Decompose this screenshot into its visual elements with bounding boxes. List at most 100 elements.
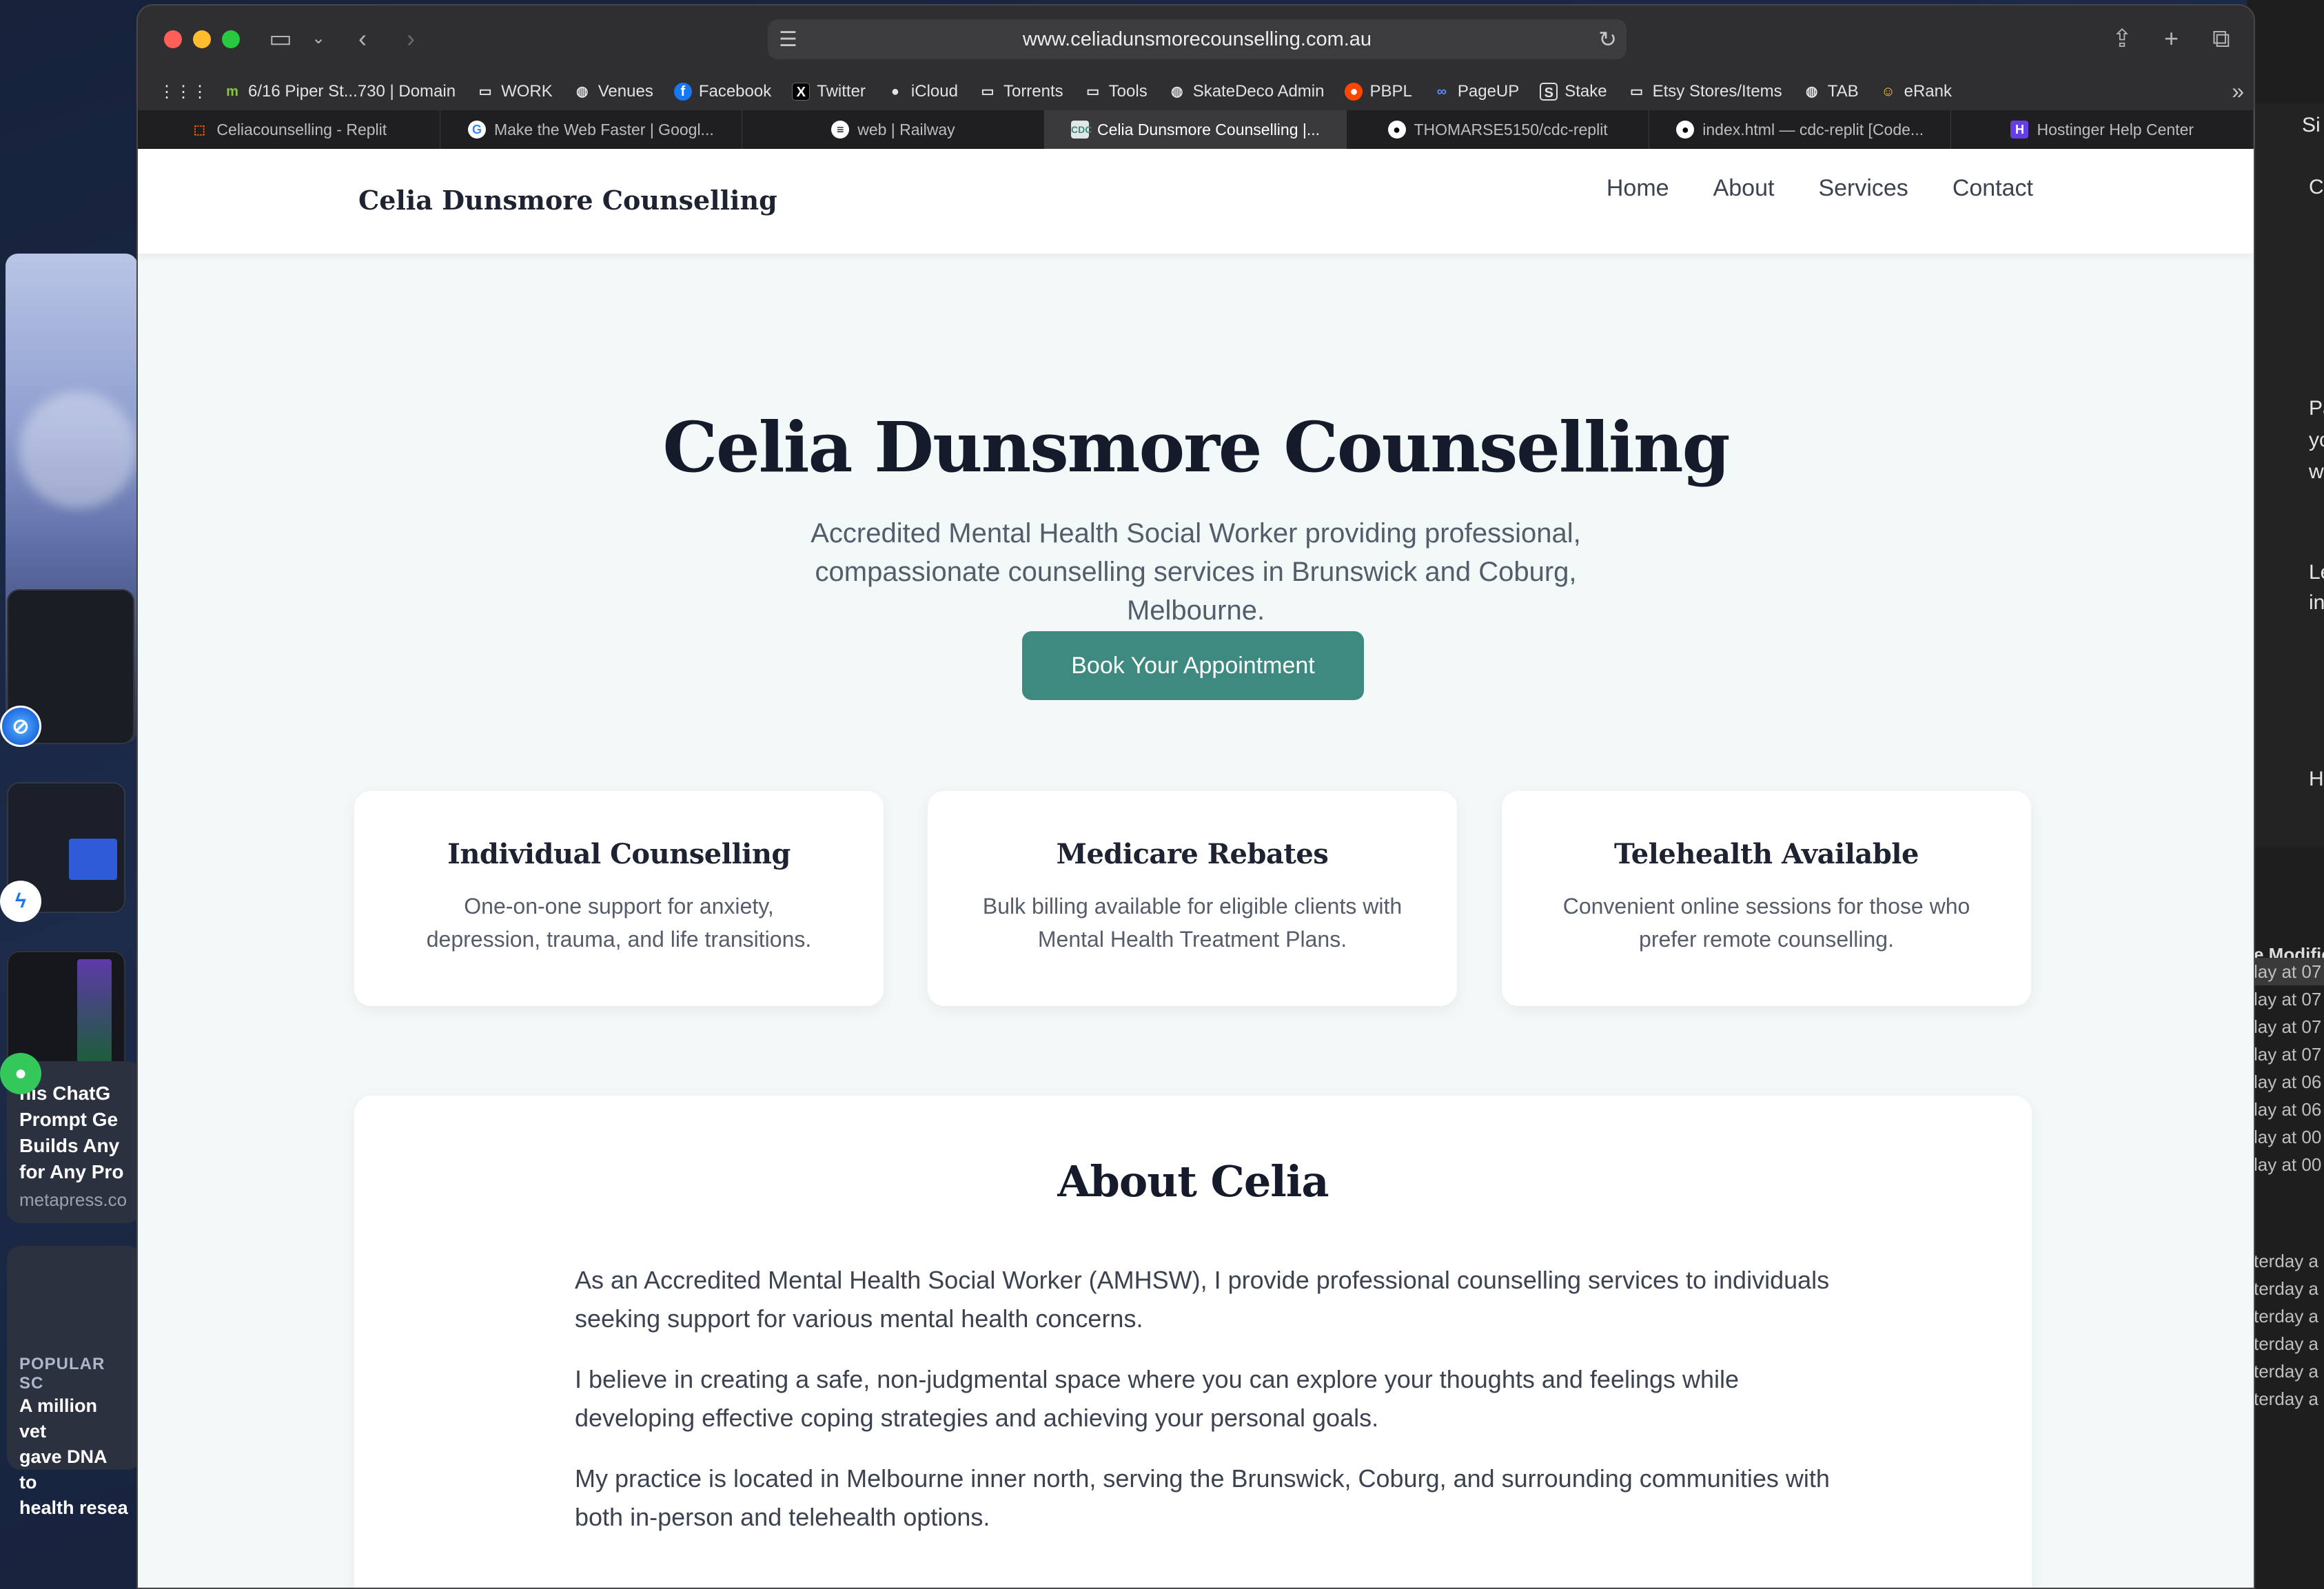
tab-github-code[interactable]: ● index.html — cdc-replit [Code... [1649, 110, 1952, 149]
background-app-window[interactable]: Si C Pa yc w Le in He e Modifie lay at 0… [2247, 0, 2324, 1589]
nav-services-link[interactable]: Services [1818, 175, 1908, 202]
bookmark-twitter[interactable]: X Twitter [792, 82, 866, 101]
bookmark-stake[interactable]: S Stake [1540, 82, 1607, 101]
reddit-icon: ● [1345, 83, 1363, 101]
peek-text: He [2309, 768, 2324, 790]
chevron-down-icon[interactable]: ⌄ [312, 25, 325, 52]
list-item[interactable]: lay at 00 [2247, 1123, 2324, 1151]
apple-icon: ● [890, 84, 899, 99]
minimize-window-button[interactable] [193, 30, 211, 48]
globe-icon: ◍ [576, 84, 589, 99]
browser-toolbar: ▭ ⌄ ‹ › ☰ www.celiadunsmorecounselling.c… [138, 6, 2254, 73]
news-source: metapress.co [19, 1189, 128, 1210]
news-headline: A million vet gave DNA to health resea [19, 1395, 128, 1518]
folder-icon: ▭ [1630, 84, 1644, 99]
bookmark-venues[interactable]: ◍ Venues [573, 82, 653, 101]
webpage: Celia Dunsmore Counselling Home About Se… [138, 149, 2254, 1588]
messages-icon[interactable]: ● [0, 1053, 41, 1094]
hero-subtitle: Accredited Mental Health Social Worker p… [811, 518, 1581, 626]
card-title: Telehealth Available [1614, 838, 1919, 870]
bookmark-facebook[interactable]: f Facebook [673, 82, 771, 101]
list-item[interactable]: lay at 07 [2247, 958, 2324, 985]
globe-icon: ◍ [1170, 84, 1183, 99]
forward-icon[interactable]: › [407, 25, 415, 52]
url-text[interactable]: www.celiadunsmorecounselling.com.au [1023, 28, 1372, 51]
bookmark-tab[interactable]: ◍ TAB [1803, 82, 1859, 101]
card-text: One-on-one support for anxiety, depressi… [426, 894, 812, 952]
news-widget-card[interactable]: POPULAR SC A million vet gave DNA to hea… [7, 1246, 141, 1518]
reload-icon[interactable]: ↻ [1598, 26, 1617, 52]
hostinger-icon: H [2010, 121, 2029, 139]
card-text: Bulk billing available for eligible clie… [982, 894, 1403, 952]
nav-about-link[interactable]: About [1713, 175, 1775, 202]
about-paragraph: I believe in creating a safe, non-judgme… [575, 1365, 1740, 1432]
bookmarks-bar: ⋮⋮⋮ m 6/16 Piper St...730 | Domain ▭ WORK … [138, 73, 2254, 110]
list-item[interactable]: lay at 07 [2247, 985, 2324, 1013]
tab-celia-dunsmore[interactable]: CDC Celia Dunsmore Counselling |... [1044, 110, 1347, 149]
tab-railway[interactable]: ≡ web | Railway [742, 110, 1045, 149]
card-title: Medicare Rebates [1056, 838, 1329, 870]
messenger-icon[interactable]: ϟ [0, 881, 41, 922]
bookmark-domain[interactable]: m 6/16 Piper St...730 | Domain [223, 82, 456, 101]
site-nav: Home About Services Contact [1607, 175, 2033, 202]
list-item[interactable]: lay at 06 [2247, 1096, 2324, 1123]
news-headline: nis ChatG Prompt Ge Builds Any for Any P… [19, 1083, 124, 1182]
zoom-window-button[interactable] [222, 30, 240, 48]
list-item[interactable]: lay at 07 [2247, 1040, 2324, 1068]
list-item[interactable]: terday a [2247, 1247, 2324, 1275]
tab-google[interactable]: G Make the Web Faster | Googl... [440, 110, 743, 149]
list-item[interactable]: lay at 06 [2247, 1068, 2324, 1096]
peek-text: w [2309, 460, 2324, 483]
new-tab-icon[interactable]: + [2164, 25, 2179, 52]
bookmark-etsy[interactable]: ▭ Etsy Stores/Items [1628, 82, 1782, 101]
news-tag: POPULAR SC [19, 1355, 105, 1393]
list-item[interactable]: lay at 00 [2247, 1151, 2324, 1178]
tab-hostinger[interactable]: H Hostinger Help Center [1951, 110, 2254, 149]
bookmark-pbpl[interactable]: ● PBPL [1345, 82, 1412, 101]
page-menu-icon[interactable]: ☰ [779, 28, 797, 52]
list-item[interactable]: terday a [2247, 1385, 2324, 1413]
safari-icon[interactable]: ⊘ [0, 706, 41, 747]
bookmark-erank[interactable]: ☺ eRank [1879, 82, 1952, 101]
site-logo[interactable]: Celia Dunsmore Counselling [358, 185, 777, 216]
browser-window[interactable]: ▭ ⌄ ‹ › ☰ www.celiadunsmorecounselling.c… [136, 4, 2255, 1589]
file-list[interactable]: lay at 07 lay at 07 lay at 07 lay at 07 … [2247, 958, 2324, 1413]
bookmark-pageup[interactable]: ∞ PageUP [1433, 82, 1520, 101]
bookmark-skatedeco[interactable]: ◍ SkateDeco Admin [1168, 82, 1325, 101]
share-icon[interactable]: ⇪ [2112, 25, 2132, 52]
peek-text: C [2309, 176, 2324, 198]
nav-home-link[interactable]: Home [1607, 175, 1669, 202]
list-item[interactable]: terday a [2247, 1302, 2324, 1330]
bookmark-icloud[interactable]: ● iCloud [886, 82, 958, 101]
github-icon: ● [1676, 121, 1695, 139]
domain-icon: m [226, 84, 238, 99]
list-item[interactable]: terday a [2247, 1357, 2324, 1385]
stake-icon: S [1540, 83, 1558, 101]
bookmark-torrents[interactable]: ▭ Torrents [979, 82, 1063, 101]
sidebar-toggle-icon[interactable]: ▭ [269, 25, 292, 52]
list-item[interactable]: terday a [2247, 1330, 2324, 1357]
more-bookmarks-icon[interactable]: » [2232, 79, 2244, 104]
book-appointment-button[interactable]: Book Your Appointment [1022, 631, 1364, 700]
google-icon: G [467, 121, 486, 139]
address-bar[interactable]: ☰ www.celiadunsmorecounselling.com.au ↻ [768, 19, 1627, 59]
smiley-icon: ☺ [1881, 84, 1895, 99]
back-icon[interactable]: ‹ [358, 25, 367, 52]
list-item[interactable]: terday a [2247, 1275, 2324, 1302]
tab-github-repo[interactable]: ● THOMARSE5150/cdc-replit [1347, 110, 1649, 149]
stage-manager-strip[interactable]: ⊘ ϟ nis ChatG Prompt Ge Builds Any for A… [0, 0, 141, 1589]
list-item[interactable]: lay at 07 [2247, 1013, 2324, 1040]
about-paragraph: As an Accredited Mental Health Social Wo… [575, 1266, 1830, 1333]
globe-icon: ◍ [1805, 84, 1818, 99]
tab-replit[interactable]: ⬚ Celiacounselling - Replit [138, 110, 440, 149]
bookmark-work[interactable]: ▭ WORK [476, 82, 553, 101]
card-title: Individual Counselling [447, 838, 791, 870]
apps-grid-icon[interactable]: ⋮⋮⋮ [159, 82, 208, 102]
peek-text: Le [2309, 561, 2324, 584]
nav-contact-link[interactable]: Contact [1953, 175, 2033, 202]
close-window-button[interactable] [164, 30, 182, 48]
bookmark-tools[interactable]: ▭ Tools [1084, 82, 1147, 101]
folder-icon: ▭ [981, 84, 995, 99]
peek-text: yc [2309, 429, 2324, 451]
tab-overview-icon[interactable]: ⧉ [2212, 25, 2230, 52]
